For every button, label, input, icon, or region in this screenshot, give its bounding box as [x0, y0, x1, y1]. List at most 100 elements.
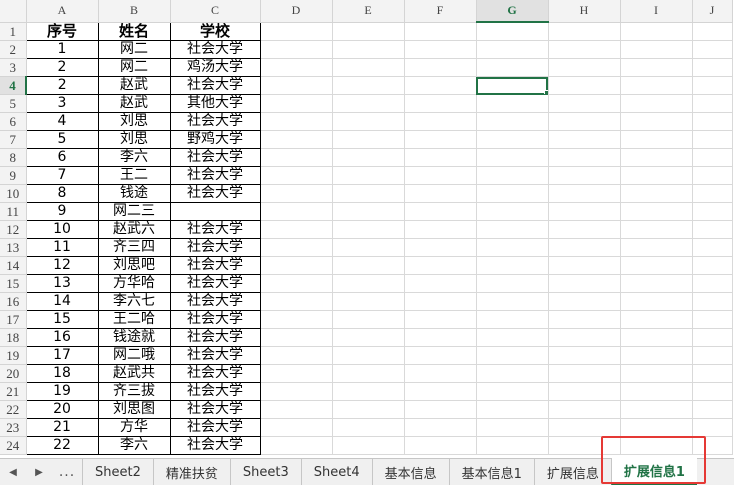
cell-seq[interactable]: 1 [25, 40, 99, 59]
cell[interactable] [332, 418, 405, 437]
cell[interactable] [260, 202, 333, 221]
cell-school[interactable]: 鸡汤大学 [169, 58, 261, 77]
cell[interactable] [548, 166, 621, 185]
cell[interactable] [332, 166, 405, 185]
cell[interactable] [620, 130, 693, 149]
cell[interactable] [620, 202, 693, 221]
cell-seq[interactable]: 4 [25, 112, 99, 131]
cell[interactable] [692, 328, 733, 347]
cell[interactable] [332, 364, 405, 383]
cell[interactable] [692, 130, 733, 149]
cell[interactable] [548, 436, 621, 455]
cell[interactable] [620, 256, 693, 275]
cell[interactable] [260, 346, 333, 365]
row-header[interactable]: 2 [0, 40, 27, 59]
cell[interactable] [332, 22, 405, 41]
header-cell-seq[interactable]: 序号 [25, 21, 99, 41]
cell-school[interactable]: 社会大学 [169, 274, 261, 293]
column-header-c[interactable]: C [170, 0, 261, 23]
cell[interactable] [260, 238, 333, 257]
row-header[interactable]: 14 [0, 256, 27, 275]
cell[interactable] [620, 436, 693, 455]
fill-handle[interactable] [543, 90, 547, 94]
cell[interactable] [548, 130, 621, 149]
cell[interactable] [548, 310, 621, 329]
cell[interactable] [260, 328, 333, 347]
cell[interactable] [692, 346, 733, 365]
cell[interactable] [260, 184, 333, 203]
cell-school[interactable]: 社会大学 [169, 238, 261, 257]
cell[interactable] [332, 238, 405, 257]
cell[interactable] [476, 418, 549, 437]
cell[interactable] [332, 40, 405, 59]
cell[interactable] [332, 58, 405, 77]
cell[interactable] [332, 202, 405, 221]
cell-name[interactable]: 刘思图 [97, 400, 171, 419]
tab-next-button[interactable]: ▶ [26, 459, 52, 485]
cell[interactable] [548, 148, 621, 167]
cell[interactable] [476, 292, 549, 311]
cell[interactable] [692, 418, 733, 437]
cell[interactable] [548, 346, 621, 365]
cell[interactable] [332, 292, 405, 311]
cell[interactable] [620, 94, 693, 113]
cell[interactable] [332, 112, 405, 131]
cell[interactable] [260, 22, 333, 41]
cell[interactable] [332, 220, 405, 239]
cell-seq[interactable]: 18 [25, 364, 99, 383]
cell-name[interactable]: 网二 [97, 40, 171, 59]
cell[interactable] [620, 58, 693, 77]
cell[interactable] [620, 292, 693, 311]
column-header-h[interactable]: H [548, 0, 621, 23]
cell[interactable] [260, 220, 333, 239]
cell-seq[interactable]: 7 [25, 166, 99, 185]
cell[interactable] [692, 310, 733, 329]
column-header-a[interactable]: A [26, 0, 99, 23]
tab-more-button[interactable]: ... [52, 459, 82, 485]
cell[interactable] [548, 292, 621, 311]
cell[interactable] [692, 202, 733, 221]
cell[interactable] [260, 256, 333, 275]
cell[interactable] [260, 58, 333, 77]
row-header[interactable]: 8 [0, 148, 27, 167]
cell[interactable] [620, 382, 693, 401]
cell[interactable] [476, 40, 549, 59]
cell[interactable] [692, 274, 733, 293]
cell[interactable] [476, 166, 549, 185]
column-header-i[interactable]: I [620, 0, 693, 23]
sheet-tab[interactable]: Sheet4 [300, 459, 372, 485]
cell[interactable] [620, 310, 693, 329]
sheet-tab[interactable]: 基本信息1 [448, 459, 534, 485]
cell-seq[interactable]: 14 [25, 292, 99, 311]
cell[interactable] [332, 310, 405, 329]
cell[interactable] [404, 400, 477, 419]
cell-name[interactable]: 李六 [97, 148, 171, 167]
cell[interactable] [404, 436, 477, 455]
column-header-g[interactable]: G [476, 0, 549, 23]
cell-name[interactable]: 齐三四 [97, 238, 171, 257]
cell-seq[interactable]: 16 [25, 328, 99, 347]
row-header[interactable]: 6 [0, 112, 27, 131]
row-header[interactable]: 24 [0, 436, 27, 455]
row-header[interactable]: 19 [0, 346, 27, 365]
cell[interactable] [404, 58, 477, 77]
cell-name[interactable]: 网二三 [97, 202, 171, 221]
cell[interactable] [620, 112, 693, 131]
cell-school[interactable]: 社会大学 [169, 346, 261, 365]
cell[interactable] [692, 22, 733, 41]
row-header[interactable]: 11 [0, 202, 27, 221]
cell[interactable] [548, 40, 621, 59]
cell-school[interactable]: 社会大学 [169, 40, 261, 59]
cell[interactable] [476, 184, 549, 203]
cell[interactable] [620, 418, 693, 437]
cell[interactable] [548, 418, 621, 437]
cell[interactable] [620, 76, 693, 95]
cell-name[interactable]: 王二 [97, 166, 171, 185]
cell-seq[interactable]: 12 [25, 256, 99, 275]
cell[interactable] [404, 364, 477, 383]
cell-seq[interactable]: 13 [25, 274, 99, 293]
cell[interactable] [548, 256, 621, 275]
row-header[interactable]: 3 [0, 58, 27, 77]
cell[interactable] [476, 256, 549, 275]
cell[interactable] [548, 364, 621, 383]
